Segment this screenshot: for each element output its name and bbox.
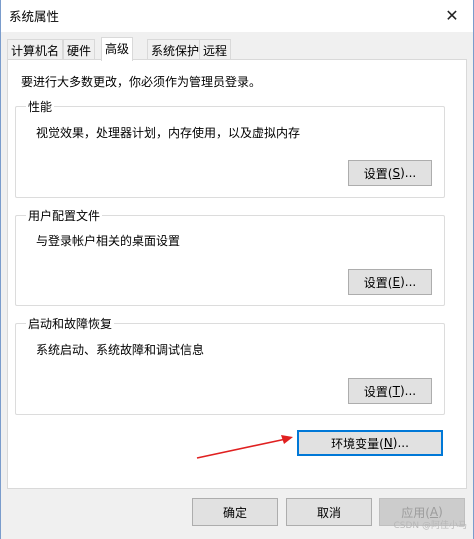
tab-advanced[interactable]: 高级	[101, 37, 134, 61]
startup-recovery-description: 系统启动、系统故障和调试信息	[36, 343, 205, 357]
tab-remote[interactable]: 远程	[199, 39, 232, 60]
tab-computer-name[interactable]: 计算机名	[7, 39, 64, 60]
tab-system-protection[interactable]: 系统保护	[147, 39, 204, 60]
environment-variables-button[interactable]: 环境变量(N)...	[297, 430, 443, 456]
cancel-button[interactable]: 取消	[286, 498, 372, 526]
tab-hardware[interactable]: 硬件	[63, 39, 96, 60]
user-profile-group-title: 用户配置文件	[26, 207, 103, 224]
startup-recovery-group-title: 启动和故障恢复	[26, 315, 115, 332]
user-profile-description: 与登录帐户相关的桌面设置	[36, 234, 181, 248]
ok-button[interactable]: 确定	[192, 498, 278, 526]
title-bar[interactable]: 系统属性 ✕	[1, 0, 473, 32]
window-title: 系统属性	[9, 9, 60, 24]
system-properties-window: 系统属性 ✕ 计算机名 硬件 高级 系统保护 远程 要进行大多数更改，你必须作为…	[0, 0, 474, 539]
performance-description: 视觉效果，处理器计划，内存使用，以及虚拟内存	[36, 126, 301, 140]
user-profile-settings-button[interactable]: 设置(E)...	[348, 269, 432, 295]
annotation-arrow-icon	[196, 435, 293, 459]
watermark-text: CSDN @阿佳小马	[393, 521, 467, 531]
performance-group-title: 性能	[26, 98, 55, 115]
performance-settings-button[interactable]: 设置(S)...	[348, 160, 432, 186]
tab-strip: 计算机名 硬件 高级 系统保护 远程	[7, 37, 467, 61]
close-icon[interactable]: ✕	[431, 0, 473, 30]
admin-note: 要进行大多数更改，你必须作为管理员登录。	[21, 75, 262, 89]
startup-recovery-settings-button[interactable]: 设置(T)...	[348, 378, 432, 404]
